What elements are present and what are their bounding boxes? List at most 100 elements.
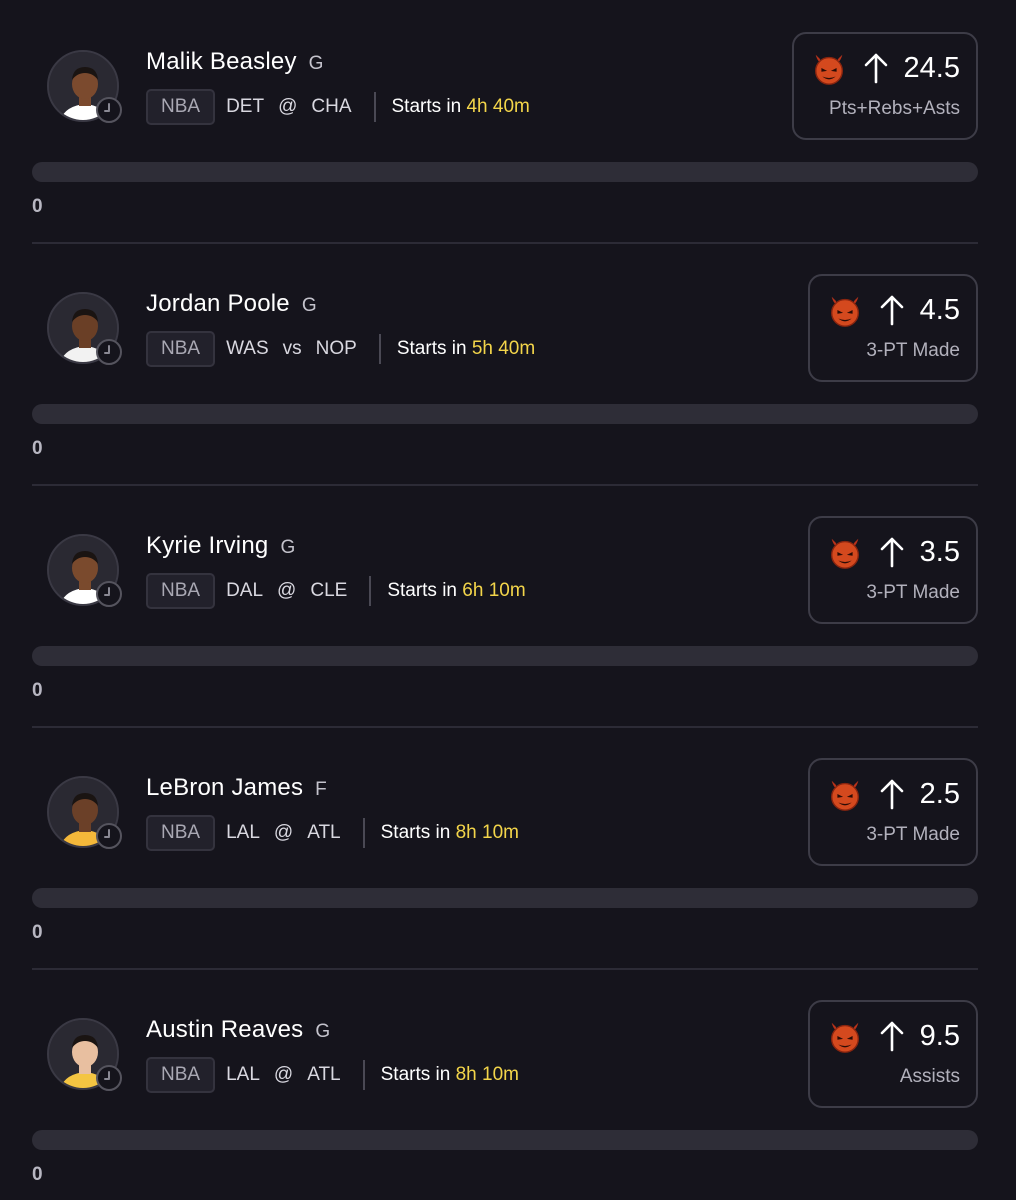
arrow-up-icon xyxy=(864,53,887,84)
prop-line-value: 3.5 xyxy=(919,535,960,568)
prop-line-button[interactable]: 9.5 Assists xyxy=(807,1000,978,1108)
player-name: LeBron James xyxy=(146,774,304,801)
prop-stat-type: 3-PT Made xyxy=(866,340,960,361)
team-abbr: LAL xyxy=(226,1064,260,1085)
opponent-abbr: CLE xyxy=(310,580,348,601)
clock-icon xyxy=(96,581,122,607)
progress-bar xyxy=(32,1130,978,1150)
opponent-abbr: CHA xyxy=(311,96,352,117)
player-card[interactable]: Malik Beasley G NBA DET @ CHA Starts in … xyxy=(0,0,1016,242)
starts-countdown: 8h 10m xyxy=(455,822,519,843)
progress-value: 0 xyxy=(32,1164,43,1185)
starts-countdown: 6h 10m xyxy=(462,580,526,601)
opponent-abbr: NOP xyxy=(315,338,357,359)
matchup: DET @ CHA xyxy=(226,96,351,118)
progress-bar xyxy=(32,646,978,666)
prop-stat-type: 3-PT Made xyxy=(866,582,960,603)
player-name: Austin Reaves xyxy=(146,1016,304,1043)
starts-label: Starts in xyxy=(396,338,467,359)
matchup-separator: vs xyxy=(282,338,302,359)
arrow-up-icon xyxy=(880,779,903,810)
matchup-separator: @ xyxy=(273,1064,294,1085)
team-abbr: WAS xyxy=(226,338,269,359)
starts-countdown: 5h 40m xyxy=(471,338,536,359)
devil-icon xyxy=(830,296,859,327)
league-badge: NBA xyxy=(146,1057,216,1093)
player-card[interactable]: Austin Reaves G NBA LAL @ ATL Starts in … xyxy=(0,968,1016,1200)
prop-stat-type: 3-PT Made xyxy=(866,824,960,845)
player-name: Kyrie Irving xyxy=(146,532,269,559)
starts-label: Starts in xyxy=(391,96,462,117)
start-time: Starts in 4h 40m xyxy=(392,96,530,118)
league-badge: NBA xyxy=(146,573,216,609)
progress-bar xyxy=(32,404,978,424)
player-name: Malik Beasley xyxy=(146,48,297,75)
devil-icon xyxy=(830,780,859,811)
starts-label: Starts in xyxy=(380,822,451,843)
prop-line-button[interactable]: 4.5 3-PT Made xyxy=(807,274,978,382)
prop-line-button[interactable]: 24.5 Pts+Rebs+Asts xyxy=(791,32,978,140)
start-time: Starts in 5h 40m xyxy=(397,338,535,360)
pick-list: Malik Beasley G NBA DET @ CHA Starts in … xyxy=(0,0,1016,1200)
league-badge: NBA xyxy=(146,815,216,851)
divider xyxy=(369,576,372,606)
divider xyxy=(378,334,381,364)
arrow-up-icon xyxy=(880,1021,903,1052)
opponent-abbr: ATL xyxy=(307,1064,341,1085)
matchup-separator: @ xyxy=(277,580,297,601)
player-name: Jordan Poole xyxy=(146,290,290,317)
matchup-separator: @ xyxy=(273,822,294,843)
player-position: G xyxy=(308,53,324,74)
progress-value: 0 xyxy=(32,438,43,459)
starts-countdown: 8h 10m xyxy=(455,1064,519,1085)
prop-stat-type: Assists xyxy=(899,1066,960,1087)
prop-line-value: 9.5 xyxy=(919,1019,960,1052)
starts-label: Starts in xyxy=(380,1064,451,1085)
progress-bar xyxy=(32,888,978,908)
matchup: LAL @ ATL xyxy=(226,822,341,844)
opponent-abbr: ATL xyxy=(307,822,341,843)
arrow-up-icon xyxy=(880,537,903,568)
prop-line-button[interactable]: 3.5 3-PT Made xyxy=(807,516,978,624)
matchup: DAL @ CLE xyxy=(226,580,347,602)
divider xyxy=(373,92,376,122)
divider xyxy=(362,818,365,848)
prop-line-value: 4.5 xyxy=(919,293,960,326)
player-position: G xyxy=(301,295,317,316)
starts-countdown: 4h 40m xyxy=(466,96,530,117)
matchup-separator: @ xyxy=(278,96,298,117)
prop-stat-type: Pts+Rebs+Asts xyxy=(829,98,960,119)
player-position: G xyxy=(315,1021,331,1042)
matchup: LAL @ ATL xyxy=(226,1064,341,1086)
start-time: Starts in 8h 10m xyxy=(381,1064,519,1086)
clock-icon xyxy=(96,823,122,849)
league-badge: NBA xyxy=(146,331,216,367)
team-abbr: DET xyxy=(226,96,265,117)
clock-icon xyxy=(96,339,122,365)
progress-value: 0 xyxy=(32,196,43,217)
start-time: Starts in 6h 10m xyxy=(387,580,525,602)
league-badge: NBA xyxy=(146,89,216,125)
clock-icon xyxy=(96,1065,122,1091)
team-abbr: DAL xyxy=(226,580,264,601)
divider xyxy=(362,1060,365,1090)
starts-label: Starts in xyxy=(387,580,458,601)
player-position: F xyxy=(315,779,327,800)
player-card[interactable]: Jordan Poole G NBA WAS vs NOP Starts in … xyxy=(0,242,1016,484)
progress-value: 0 xyxy=(32,922,43,943)
devil-icon xyxy=(814,54,843,85)
devil-icon xyxy=(830,1022,859,1053)
devil-icon xyxy=(830,538,859,569)
arrow-up-icon xyxy=(880,295,903,326)
clock-icon xyxy=(96,97,122,123)
matchup: WAS vs NOP xyxy=(226,338,357,360)
prop-line-button[interactable]: 2.5 3-PT Made xyxy=(807,758,978,866)
team-abbr: LAL xyxy=(226,822,260,843)
progress-bar xyxy=(32,162,978,182)
start-time: Starts in 8h 10m xyxy=(381,822,519,844)
player-card[interactable]: LeBron James F NBA LAL @ ATL Starts in 8… xyxy=(0,726,1016,968)
player-card[interactable]: Kyrie Irving G NBA DAL @ CLE Starts in 6… xyxy=(0,484,1016,726)
prop-line-value: 2.5 xyxy=(919,777,960,810)
player-position: G xyxy=(280,537,296,558)
prop-line-value: 24.5 xyxy=(903,51,960,84)
